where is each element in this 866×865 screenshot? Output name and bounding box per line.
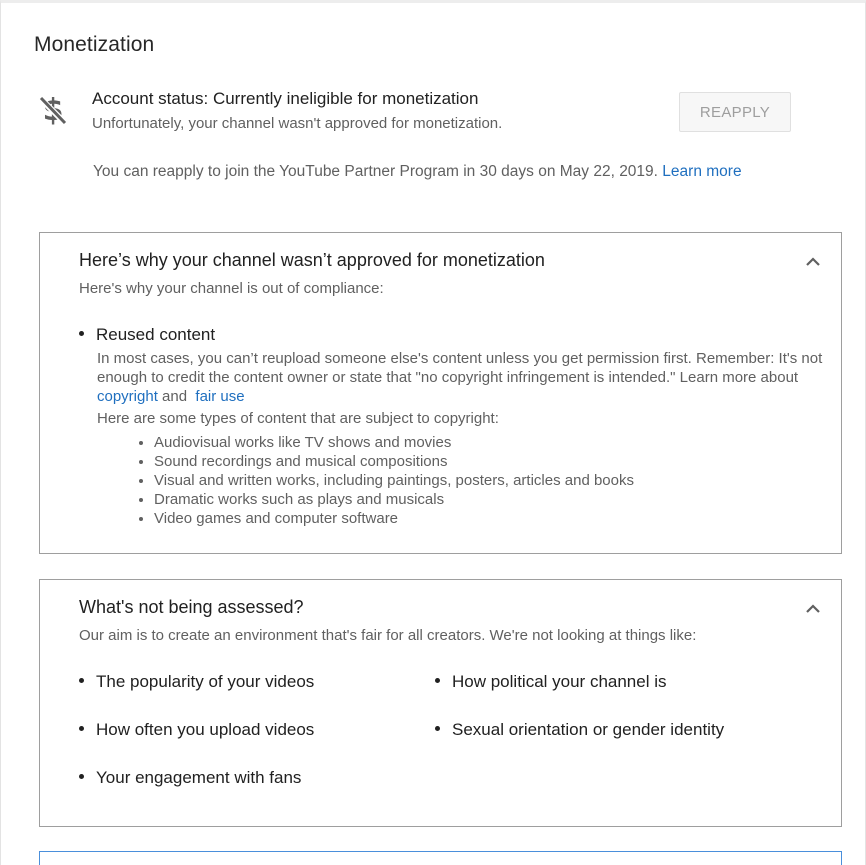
not-approved-reasons-card: Here’s why your channel wasn’t approved … xyxy=(39,232,842,554)
item-label: The popularity of your videos xyxy=(96,672,315,691)
account-status-subtitle: Unfortunately, your channel wasn't appro… xyxy=(92,115,503,132)
item-label: How often you upload videos xyxy=(96,720,315,739)
bullet-icon xyxy=(79,331,84,337)
card-subtitle: Here's why your channel is out of compli… xyxy=(79,280,384,297)
bullet-icon xyxy=(79,726,84,732)
bullet-icon xyxy=(435,726,440,732)
card-title: What's not being assessed? xyxy=(79,597,304,617)
copyright-types-list: Audiovisual works like TV shows and movi… xyxy=(137,433,634,528)
chevron-up-icon[interactable] xyxy=(805,255,821,267)
list-item: The popularity of your videos xyxy=(79,672,314,692)
account-status-title: Account status: Currently ineligible for… xyxy=(92,89,479,108)
page-title: Monetization xyxy=(34,33,155,56)
and-text: and xyxy=(162,388,188,405)
card-title: Here’s why your channel wasn’t approved … xyxy=(79,250,545,270)
item-label: Sexual orientation or gender identity xyxy=(452,720,725,739)
list-item: How political your channel is xyxy=(435,672,667,692)
reapply-note-text: You can reapply to join the YouTube Part… xyxy=(93,163,658,180)
list-item: Video games and computer software xyxy=(137,509,634,528)
bullet-icon xyxy=(79,774,84,780)
description-text: In most cases, you can’t reupload someon… xyxy=(97,350,823,386)
copyright-types-intro: Here are some types of content that are … xyxy=(97,410,499,427)
learn-more-link[interactable]: Learn more xyxy=(662,163,741,180)
list-item: Dramatic works such as plays and musical… xyxy=(137,490,634,509)
monetization-page: Monetization $ Account status: Currently… xyxy=(0,0,866,865)
next-section-card[interactable] xyxy=(39,851,842,865)
reason-label: Reused content xyxy=(96,325,216,344)
card-subtitle: Our aim is to create an environment that… xyxy=(79,627,697,644)
item-label: Your engagement with fans xyxy=(96,768,302,787)
list-item: How often you upload videos xyxy=(79,720,314,740)
reapply-note: You can reapply to join the YouTube Part… xyxy=(93,163,742,181)
copyright-link[interactable]: copyright xyxy=(97,388,158,405)
no-dollar-icon: $ xyxy=(37,93,69,128)
item-label: How political your channel is xyxy=(452,672,667,691)
not-assessed-card: What's not being assessed? Our aim is to… xyxy=(39,579,842,827)
chevron-up-icon[interactable] xyxy=(805,602,821,614)
reused-content-description: In most cases, you can’t reupload someon… xyxy=(97,349,837,406)
list-item: Audiovisual works like TV shows and movi… xyxy=(137,433,634,452)
list-item: Sound recordings and musical composition… xyxy=(137,452,634,471)
list-item: Your engagement with fans xyxy=(79,768,301,788)
reapply-button[interactable]: REAPPLY xyxy=(679,92,791,132)
reason-item: Reused content xyxy=(79,325,215,345)
bullet-icon xyxy=(79,678,84,684)
list-item: Sexual orientation or gender identity xyxy=(435,720,724,740)
list-item: Visual and written works, including pain… xyxy=(137,471,634,490)
fair-use-link[interactable]: fair use xyxy=(195,388,244,405)
bullet-icon xyxy=(435,678,440,684)
